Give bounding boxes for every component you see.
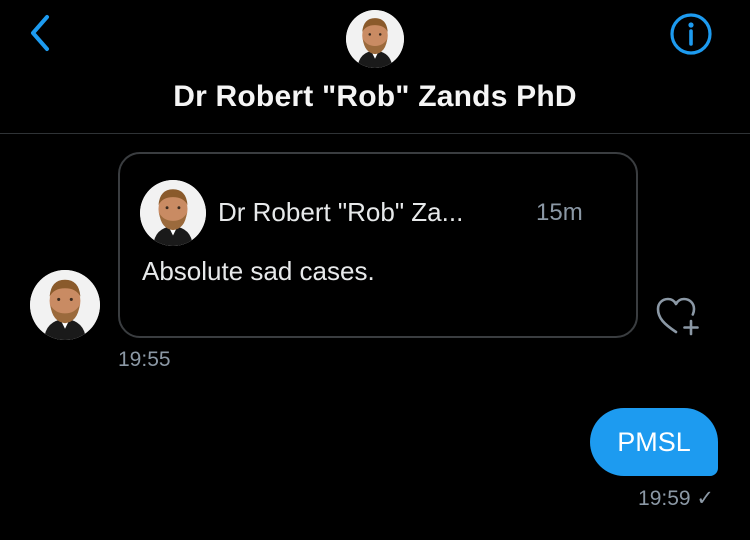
quoted-author-name: Dr Robert "Rob" Za... (218, 197, 464, 227)
react-button[interactable] (654, 294, 706, 338)
header-divider (0, 133, 750, 134)
quoted-tweet-card[interactable] (118, 152, 638, 338)
incoming-timestamp: 19:55 (118, 348, 171, 371)
outgoing-timestamp: 19:59 ✓ (638, 487, 714, 510)
header-avatar[interactable] (346, 10, 404, 68)
info-button[interactable] (665, 12, 717, 60)
back-button[interactable] (22, 12, 58, 58)
quoted-text: Absolute sad cases. (142, 256, 375, 286)
quoted-time: 15m (536, 199, 583, 226)
outgoing-message-bubble[interactable]: PMSL (590, 408, 718, 476)
chevron-left-icon (29, 13, 51, 58)
conversation-title: Dr Robert "Rob" Zands PhD (173, 80, 577, 113)
info-circle-icon (669, 12, 713, 61)
quoted-author-avatar (140, 180, 206, 246)
sender-avatar[interactable] (30, 270, 100, 340)
heart-plus-icon (654, 297, 706, 342)
